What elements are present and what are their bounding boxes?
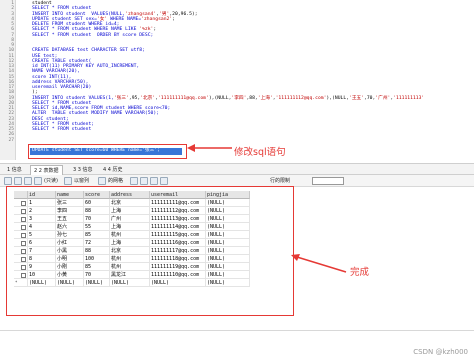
- tab-info[interactable]: 1 信息: [4, 165, 25, 175]
- sql-annotation-label: 修改sql语句: [234, 147, 286, 158]
- grid-view-icon[interactable]: [98, 177, 106, 185]
- done-arrow-icon: [291, 254, 347, 273]
- add-row-icon[interactable]: [140, 177, 148, 185]
- code-token: NAME VARCHAR(20),: [32, 69, 80, 75]
- grid-highlight-box: [6, 186, 294, 316]
- sql-arrow-icon: [187, 144, 232, 152]
- row-limit-select[interactable]: [312, 177, 344, 185]
- code-token: '王五': [349, 95, 365, 101]
- code-token: '李四': [231, 95, 247, 101]
- import-icon[interactable]: [14, 177, 22, 185]
- code-token: '张三': [113, 95, 129, 101]
- code-token: SELECT * FROM student ORDER BY score DES…: [32, 32, 154, 38]
- code-token: '上海': [257, 95, 273, 101]
- code-token: USE test;: [32, 53, 58, 59]
- tab-table-data[interactable]: 2 2 表数据: [30, 165, 63, 175]
- code-token: 'zhangsan4': [125, 11, 157, 17]
- code-token: ,20,96.5);: [169, 11, 198, 17]
- code-token: '%zk': [139, 27, 154, 33]
- refresh-icon[interactable]: [34, 177, 42, 185]
- code-token: '男': [159, 11, 170, 17]
- code-token: '女': [96, 16, 108, 22]
- code-token: SELECT * FROM student: [32, 100, 92, 106]
- code-token: score INT(11),: [32, 74, 72, 80]
- code-token: '111111113': [393, 95, 425, 101]
- code-token: );: [32, 90, 38, 96]
- code-token: WHERE NAME=: [107, 16, 142, 22]
- sql-highlight-box: [28, 144, 187, 159]
- code-token: CREATE DATABASE test CHARACTER SET utf8;: [32, 48, 145, 54]
- code-token: UPDATE student SET sex=: [32, 16, 97, 22]
- filter-icon[interactable]: [24, 177, 32, 185]
- code-token: SELECT * FROM student WHERE NAME LIKE: [32, 27, 140, 33]
- code-token: SELECT * FROM student: [32, 127, 92, 132]
- code-token: '111111111@qq.com': [158, 95, 209, 101]
- status-divider: [0, 330, 474, 331]
- code-token: INSERT INTO student VALUES(1,: [32, 95, 114, 101]
- code-token: '111111112@qq.com': [275, 95, 327, 101]
- code-token: '北京': [140, 95, 156, 101]
- code-token: ;: [153, 27, 157, 33]
- code-token: ),(NULL,: [208, 95, 232, 101]
- code-token: 'zhangsan2': [141, 16, 173, 22]
- code-token: ),(NULL,: [326, 95, 349, 101]
- sql-editor[interactable]: 1 student 2 SELECT * FROM student 3 INSERT IN…: [0, 0, 474, 160]
- tab-history[interactable]: 4 4 历史: [100, 165, 126, 175]
- export-icon[interactable]: [4, 177, 12, 185]
- result-tab-bar: 1 信息 2 2 表数据 3 3 信息 4 4 历史: [0, 163, 474, 175]
- form-view-icon[interactable]: [64, 177, 72, 185]
- code-token: ,70,: [364, 95, 376, 101]
- code-line[interactable]: 27: [0, 138, 474, 144]
- code-token: ;: [172, 16, 176, 22]
- code-token: DESC student;: [32, 116, 69, 122]
- code-token: ALTER TABLE student MODIFY NAME VARCHAR(…: [32, 111, 159, 117]
- code-token: address VARCHAR(50),: [32, 79, 89, 85]
- delete-row-icon[interactable]: [150, 177, 158, 185]
- code-token: CREATE TABLE student(: [32, 58, 92, 64]
- code-token: ,95,: [128, 95, 141, 101]
- code-token: ,88,: [246, 95, 258, 101]
- undo-icon[interactable]: [160, 177, 168, 185]
- line-number: 27: [8, 137, 14, 143]
- code-token: SELECT * FROM student;: [32, 121, 95, 127]
- save-icon[interactable]: [130, 177, 138, 185]
- code-token: useremail VARCHAR(20): [32, 85, 92, 90]
- tab-info-3[interactable]: 3 3 信息: [70, 165, 96, 175]
- csdn-watermark: CSDN @kzh000: [413, 348, 468, 356]
- code-token: SELECT * FROM student: [32, 6, 92, 12]
- code-token: '广州': [375, 95, 391, 101]
- code-token: INSERT INTO student VALUES(NULL,: [32, 11, 126, 17]
- done-annotation-label: 完成: [350, 267, 370, 278]
